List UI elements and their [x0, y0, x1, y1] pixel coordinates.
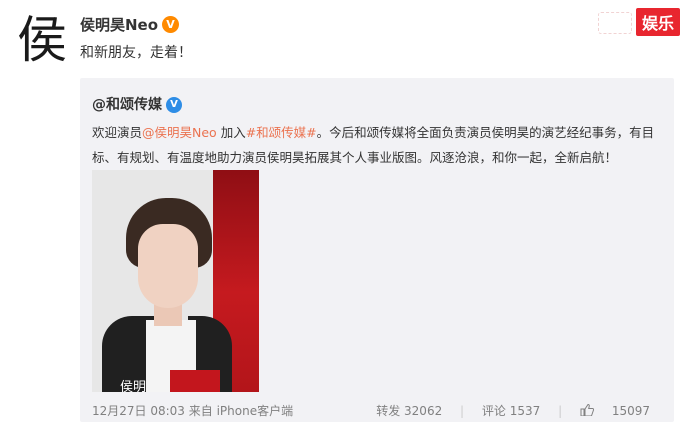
repost-count-button[interactable]: 转发 32062 [376, 402, 442, 419]
repost-text-part2: 加入 [216, 125, 246, 140]
hashtag-link[interactable]: #和颂传媒# [246, 125, 317, 140]
verified-orange-icon[interactable]: V [162, 16, 180, 33]
stats-divider: | [558, 404, 563, 418]
watermark-logo: 娱乐 [635, 8, 680, 36]
watermark-outline [598, 12, 632, 34]
post-photo[interactable]: 侯明 [92, 170, 259, 392]
photo-caption: 侯明 [120, 380, 147, 392]
repost-author-link[interactable]: @和颂传媒 [92, 97, 162, 113]
stats-bar: 转发 32062 | 评论 1537 | 15097 [362, 402, 650, 419]
post-text: 和新朋友，走着！ [80, 45, 192, 61]
repost-text: 欢迎演员@侯明昊Neo 加入#和颂传媒#。今后和颂传媒将全面负责演员侯明昊的演艺… [92, 120, 664, 170]
stats-divider: | [460, 404, 465, 418]
repost-card: @和颂传媒 V 欢迎演员@侯明昊Neo 加入#和颂传媒#。今后和颂传媒将全面负责演… [80, 78, 674, 422]
verified-blue-icon[interactable]: V [166, 97, 182, 113]
thumbs-up-icon [580, 404, 594, 416]
mention-link[interactable]: @侯明昊Neo [142, 125, 217, 140]
repost-text-part1: 欢迎演员 [92, 125, 143, 140]
avatar[interactable]: 侯 [14, 12, 70, 68]
photo-face [138, 224, 198, 308]
post-header: 侯明昊Neo V [80, 14, 180, 35]
repost-author: @和颂传媒 V [92, 94, 182, 114]
comment-count-button[interactable]: 评论 1537 [482, 402, 540, 419]
post-time[interactable]: 12月27日 08:03 来自 iPhone客户端 [92, 402, 293, 419]
username-link[interactable]: 侯明昊Neo [80, 16, 158, 34]
like-button[interactable]: 15097 [580, 404, 650, 418]
photo-red-strip [170, 370, 220, 392]
like-count: 15097 [611, 404, 650, 418]
